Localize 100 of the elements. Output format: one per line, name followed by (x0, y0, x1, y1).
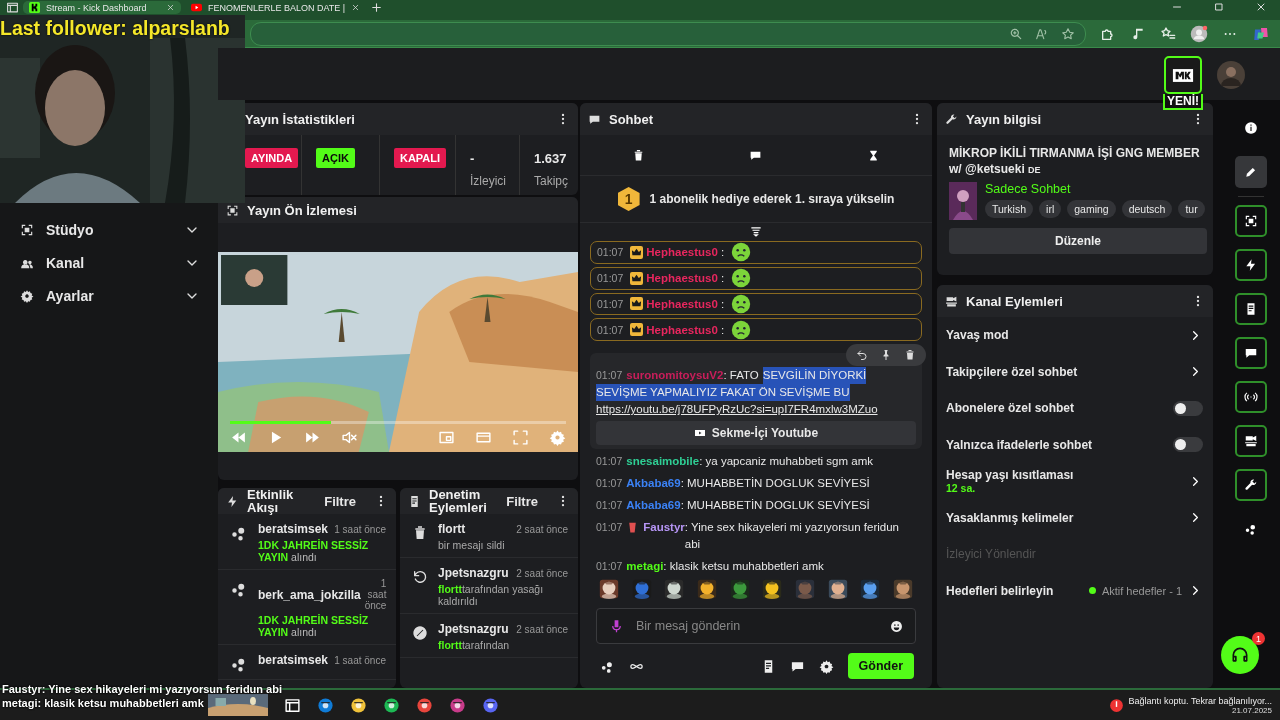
toggle-switch[interactable] (1173, 437, 1203, 453)
stream-title: MİKROP İKİLİ TIRMANMA İŞİ GNG MEMBER w/ @ketsueki DE (949, 145, 1201, 178)
edit-button[interactable]: Düzenle (949, 228, 1207, 254)
browser-tab[interactable]: FENOMENLERLE BALON DATE | (185, 1, 367, 14)
panel-title: Denetim Eylemleri (429, 488, 488, 514)
close-icon[interactable] (351, 3, 361, 12)
chat-icon (1243, 346, 1258, 360)
message-text: : MUHABBETİN DOGLUK SEVİYESİ (680, 498, 871, 513)
message-input[interactable]: Bir mesaj gönderin (634, 618, 880, 634)
filter-button[interactable]: Filtre (324, 493, 356, 509)
username[interactable]: flortt (438, 522, 513, 536)
panel-title: Yayın Ön İzlemesi (247, 202, 358, 218)
favorites-icon[interactable] (1160, 25, 1176, 42)
chat-button[interactable] (1234, 337, 1267, 369)
setting-label[interactable]: Hesap yaşı kısıtlaması (946, 468, 1182, 483)
status-dot (1088, 587, 1096, 595)
mk-button[interactable] (1164, 56, 1202, 94)
read-aloud-icon[interactable] (1035, 26, 1049, 41)
wrench-icon (945, 112, 958, 126)
category-link[interactable]: Sadece Sohbet (985, 182, 1205, 196)
task-view-icon[interactable] (284, 696, 301, 714)
toggle-switch[interactable] (1173, 400, 1203, 416)
username[interactable]: beratsimsek (258, 653, 331, 667)
youtube-button[interactable]: Sekme-İçi Youtube (596, 421, 916, 445)
link[interactable]: https://youtu.be/j78UFPyRzUc?si=upI7FR4mxlw3MZuo (596, 403, 878, 415)
camera-icon (945, 294, 958, 308)
app-icon[interactable] (482, 696, 499, 714)
sidebar-item[interactable]: Stüdyo (0, 213, 218, 246)
filter-icon[interactable] (749, 225, 763, 239)
username[interactable]: berk_ama_jokzilla (258, 587, 361, 602)
setting-label[interactable]: Yalnızca ifadelerle sohbet (946, 437, 1167, 452)
panel-title: Sohbet (609, 111, 655, 127)
sidebar-label: Kanal (46, 254, 86, 271)
action-description: flortttarafından yasağı kaldırıldı (438, 583, 545, 607)
setting-label[interactable]: Abonelere özel sohbet (946, 401, 1167, 416)
username[interactable]: Hephaestus0 (646, 323, 718, 336)
username[interactable]: Hephaestus0 (646, 297, 718, 310)
camera-icon (1243, 434, 1258, 448)
zoom-icon[interactable] (1009, 26, 1023, 41)
filter-button[interactable]: Filtre (506, 493, 538, 509)
date: 21.07.2025 (1231, 705, 1272, 715)
browser-tab[interactable]: Stream - Kick Dashboard (23, 1, 181, 14)
timestamp: 01:07 (596, 454, 623, 469)
document-button[interactable] (1234, 293, 1267, 325)
wrench-button[interactable] (1234, 469, 1267, 501)
timestamp: 1 saat önce (334, 523, 386, 535)
tag[interactable]: Turkish (985, 200, 1034, 218)
tab-list-icon[interactable] (6, 1, 19, 14)
broadcast-button[interactable] (1234, 381, 1267, 413)
tag[interactable]: deutsch (1121, 200, 1173, 218)
app-icon[interactable] (317, 696, 334, 714)
trash-icon[interactable] (904, 349, 916, 361)
setting-label[interactable]: Takipçilere özel sohbet (946, 364, 1182, 379)
star-icon[interactable] (1061, 26, 1075, 41)
close-icon[interactable] (1255, 1, 1267, 13)
username[interactable]: Akbaba69 (626, 475, 681, 492)
edit-button[interactable] (1234, 156, 1267, 188)
message-text: : (720, 246, 725, 259)
message-text: : FATO (723, 368, 759, 383)
status-text: Bağlantı koptu. Tekrar bağlanılıyor... (1128, 695, 1272, 706)
restore-icon[interactable] (1213, 1, 1225, 13)
emoji-icon[interactable] (890, 619, 903, 633)
username[interactable]: Hephaestus0 (646, 246, 718, 259)
username[interactable]: Hephaestus0 (646, 272, 718, 285)
username[interactable]: Akbaba69 (626, 497, 681, 514)
sidebar-label: Ayarlar (46, 287, 95, 304)
focus-button[interactable] (1234, 205, 1267, 237)
profile-avatar[interactable] (1190, 24, 1208, 43)
send-button[interactable]: Gönder (847, 653, 914, 679)
avatar[interactable] (1217, 61, 1245, 89)
setting-label[interactable]: Hedefleri belirleyin (946, 583, 1083, 598)
panel-title: Yayın İstatistikleri (245, 111, 356, 127)
setting-label[interactable]: Yasaklanmış kelimeler (946, 510, 1182, 525)
app-icon[interactable] (416, 696, 433, 714)
timestamp: 01:07 (596, 520, 623, 535)
camera-button[interactable] (1234, 425, 1267, 457)
close-icon[interactable] (166, 3, 175, 12)
panel-title: Yayın bilgisi (966, 111, 1043, 127)
app-icon[interactable] (449, 696, 466, 714)
new-tab-icon[interactable] (370, 1, 384, 14)
setting-value: 12 sa. (946, 482, 977, 495)
lightning-button[interactable] (1234, 249, 1267, 281)
tag[interactable]: gaming (1067, 200, 1116, 218)
username[interactable]: Faustyr (643, 519, 685, 536)
message-field[interactable]: Bir mesaj gönderin (596, 608, 916, 644)
username[interactable]: Jpetsnazgru (438, 622, 513, 636)
sidebar-item[interactable]: Ayarlar (0, 279, 218, 312)
undo-icon[interactable] (856, 349, 868, 361)
app-icon[interactable] (350, 696, 367, 714)
tag[interactable]: irl (1039, 200, 1062, 218)
settings-icon[interactable] (818, 658, 834, 674)
tag[interactable]: tur (1178, 200, 1205, 218)
status-badge: AYINDA (245, 148, 299, 168)
overlay-chat-line: Faustyr: Yine sex hikayeleri mi yazıyorsun feridun abi (2, 683, 282, 695)
sidebar-item[interactable]: Kanal (0, 246, 218, 279)
microphone-icon[interactable] (609, 618, 624, 634)
app-icon[interactable] (383, 696, 400, 714)
username[interactable]: Jpetsnazgru (438, 566, 513, 580)
username[interactable]: beratsimsek (258, 522, 331, 536)
setting-label[interactable]: Yavaş mod (946, 328, 1182, 343)
